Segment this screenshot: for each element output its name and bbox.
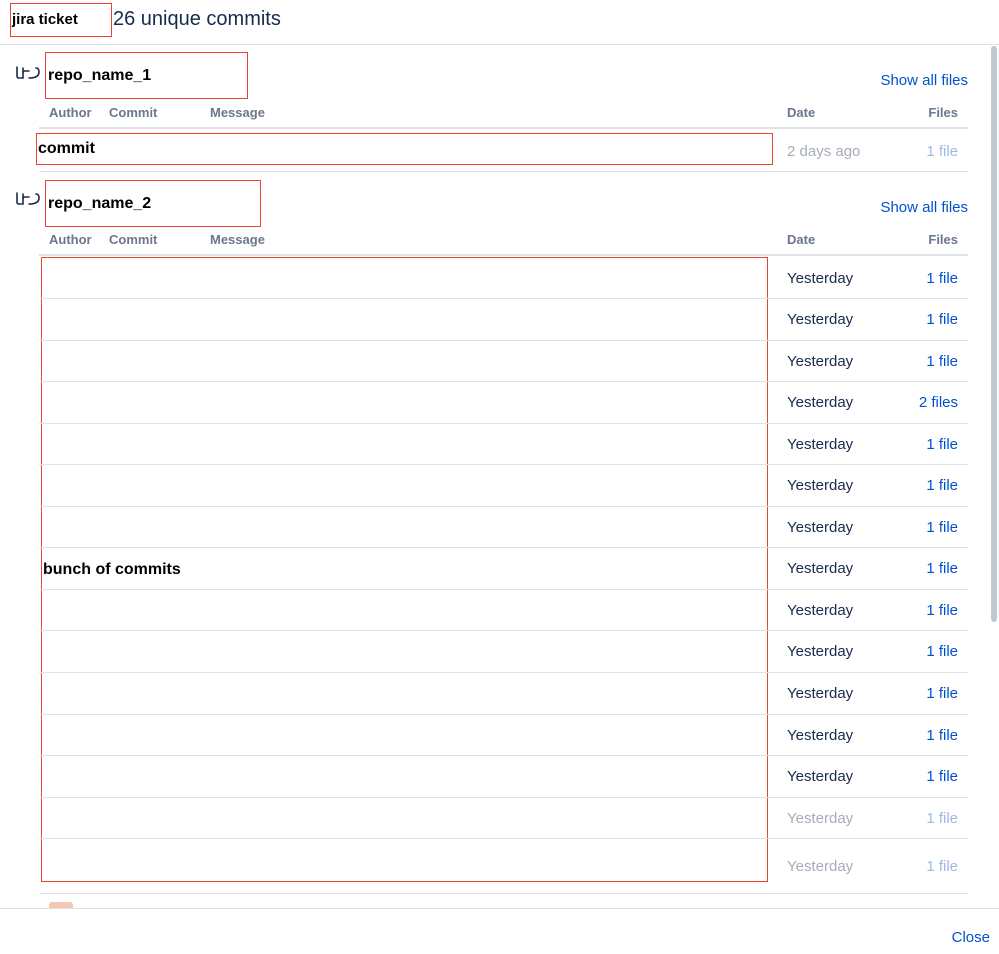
commit-files-link[interactable]: 1 file (926, 477, 958, 494)
repo-1-column-message: Message (210, 105, 265, 120)
scrollbar[interactable] (990, 46, 998, 908)
repo-2-column-message: Message (210, 232, 265, 247)
row-divider (39, 547, 968, 548)
dialog-footer: Close (0, 908, 999, 954)
commit-date: Yesterday (787, 858, 854, 875)
repo-1-column-author: Author (49, 105, 92, 120)
commit-date: Yesterday (787, 643, 854, 660)
repo-2-header-divider (39, 254, 968, 256)
row-divider (39, 423, 968, 424)
commit-files-link[interactable]: 1 file (926, 143, 958, 160)
commit-files-link[interactable]: 1 file (926, 270, 958, 287)
commit-date: 2 days ago (787, 143, 861, 160)
close-button[interactable]: Close (952, 929, 990, 946)
dialog-header: jira ticket 26 unique commits (0, 0, 999, 45)
commit-files-link[interactable]: 1 file (926, 560, 958, 577)
repo-1-show-all-files-link[interactable]: Show all files (880, 72, 968, 89)
commit-files-link[interactable]: 1 file (926, 768, 958, 785)
row-divider (39, 672, 968, 673)
repo-1-column-commit: Commit (109, 105, 158, 120)
commit-files-link[interactable]: 2 files (919, 394, 958, 411)
row-divider (39, 755, 968, 756)
commit-date: Yesterday (787, 685, 854, 702)
scrollbar-thumb[interactable] (991, 46, 997, 622)
repository-icon (16, 192, 40, 205)
commit-date: Yesterday (787, 436, 854, 453)
commit-files-link[interactable]: 1 file (926, 685, 958, 702)
commit-date: Yesterday (787, 602, 854, 619)
row-divider (39, 381, 968, 382)
commit-annotation-box (36, 133, 773, 165)
repo-1-name[interactable]: repo_name_1 (48, 67, 151, 85)
repo-2-name[interactable]: repo_name_2 (48, 195, 151, 213)
row-divider (39, 630, 968, 631)
jira-ticket-label[interactable]: jira ticket (12, 11, 78, 28)
commit-date: Yesterday (787, 311, 854, 328)
row-divider (39, 893, 968, 894)
repo-2-column-author: Author (49, 232, 92, 247)
row-divider (39, 838, 968, 839)
commit-files-link[interactable]: 1 file (926, 311, 958, 328)
row-divider (39, 714, 968, 715)
repo-1-column-files: Files (928, 105, 958, 120)
row-divider (39, 506, 968, 507)
commit-files-link[interactable]: 1 file (926, 643, 958, 660)
commit-date: Yesterday (787, 560, 854, 577)
repo-1-header-divider (39, 127, 968, 129)
commit-date: Yesterday (787, 768, 854, 785)
row-divider (39, 340, 968, 341)
repo-2-column-date: Date (787, 232, 816, 247)
repo-2-show-all-files-link[interactable]: Show all files (880, 199, 968, 216)
commit-files-link[interactable]: 1 file (926, 353, 958, 370)
commit-date: Yesterday (787, 727, 854, 744)
commit-files-link[interactable]: 1 file (926, 810, 958, 827)
repo-1-column-date: Date (787, 105, 816, 120)
commit-files-link[interactable]: 1 file (926, 602, 958, 619)
bunch-of-commits-label: bunch of commits (43, 561, 181, 578)
repository-icon (16, 66, 40, 79)
commit-placeholder-label: commit (38, 140, 95, 157)
repo-2-column-files: Files (928, 232, 958, 247)
commit-date: Yesterday (787, 519, 854, 536)
commit-date: Yesterday (787, 394, 854, 411)
row-divider (39, 797, 968, 798)
commit-files-link[interactable]: 1 file (926, 436, 958, 453)
commit-files-link[interactable]: 1 file (926, 858, 958, 875)
dialog-title: 26 unique commits (113, 8, 281, 30)
commit-date: Yesterday (787, 810, 854, 827)
commit-date: Yesterday (787, 477, 854, 494)
row-divider (39, 464, 968, 465)
commit-files-link[interactable]: 1 file (926, 519, 958, 536)
commit-files-link[interactable]: 1 file (926, 727, 958, 744)
repo-2-column-commit: Commit (109, 232, 158, 247)
row-divider (39, 171, 968, 172)
row-divider (39, 298, 968, 299)
commit-date: Yesterday (787, 270, 854, 287)
row-divider (39, 589, 968, 590)
commit-date: Yesterday (787, 353, 854, 370)
